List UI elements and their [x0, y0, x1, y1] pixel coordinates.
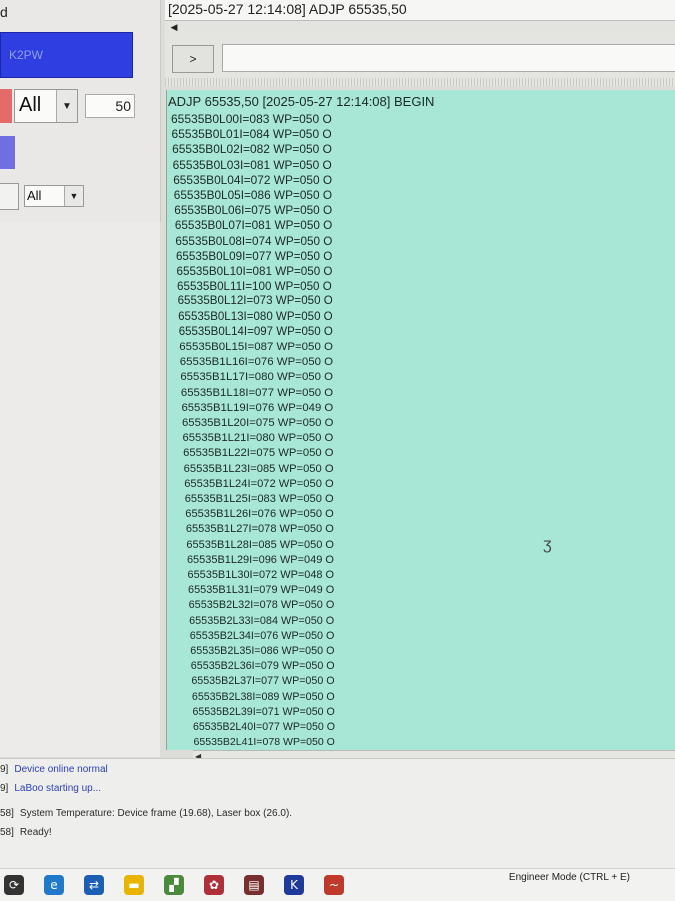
folder-icon[interactable]: ▬ [124, 875, 144, 895]
status-prefix: 58] [0, 808, 14, 819]
red-status-chip[interactable] [0, 89, 12, 123]
corner-label: d [0, 4, 8, 20]
count-input[interactable]: 50 [85, 94, 135, 118]
small-input[interactable] [0, 183, 19, 210]
log-line: 65535B2L41I=078 WP=050 O [193, 736, 335, 749]
status-row: 58] System Temperature: Device frame (19.… [0, 805, 292, 823]
left-panel-empty [0, 222, 160, 757]
status-message: Device online normal [14, 764, 108, 775]
status-log: 9] Device online normal 9] LaBoo starting … [0, 758, 675, 869]
status-row: 58] Ready! [0, 824, 52, 842]
command-input[interactable] [222, 44, 675, 72]
mode-select-value: All [19, 94, 42, 116]
status-row: 9] LaBoo starting up... [0, 780, 101, 798]
k-icon[interactable]: K [284, 875, 304, 895]
board-icon[interactable]: ▤ [244, 875, 264, 895]
status-prefix: 9] [0, 783, 9, 794]
chevron-down-icon[interactable]: ▼ [56, 90, 77, 122]
scroll-left-icon[interactable]: ◀ [167, 21, 181, 33]
teamviewer-icon[interactable]: ⇄ [84, 875, 104, 895]
engineer-mode-hint: Engineer Mode (CTRL + E) [508, 872, 630, 883]
purple-status-chip[interactable] [0, 136, 15, 169]
ckow-icon[interactable]: ~ [324, 875, 344, 895]
status-message: Ready! [19, 827, 52, 838]
cursor-icon: ʒ [543, 536, 552, 553]
edge-icon[interactable]: e [44, 875, 64, 895]
mode-select[interactable]: All ▼ [14, 89, 78, 123]
status-prefix: 58] [0, 827, 14, 838]
filter-select[interactable]: All ▼ [24, 185, 84, 207]
chevron-down-icon[interactable]: ▼ [64, 186, 83, 206]
network-icon[interactable]: ✿ [204, 875, 224, 895]
status-message: LaBoo starting up... [14, 783, 102, 794]
filter-select-value: All [27, 188, 42, 203]
status-message: System Temperature: Device frame (19.68)… [19, 808, 293, 819]
log-output[interactable]: 65535B0L00I=083 WP=050 O 65535B0L01I=084 … [166, 90, 675, 750]
status-row: 9] Device online normal [0, 761, 108, 779]
tool-icon[interactable]: ▞ [164, 875, 184, 895]
run-button[interactable]: > [172, 45, 214, 73]
status-prefix: 9] [0, 764, 9, 775]
splitter-handle[interactable] [165, 78, 675, 86]
k2pw-button[interactable]: K2PW [0, 32, 133, 78]
command-title: [2025-05-27 12:14:08] ADJP 65535,50 [165, 0, 675, 20]
app-icon[interactable]: ⟳ [4, 875, 24, 895]
log-header: ADJP 65535,50 [2025-05-27 12:14:08] BEGI… [168, 94, 435, 109]
